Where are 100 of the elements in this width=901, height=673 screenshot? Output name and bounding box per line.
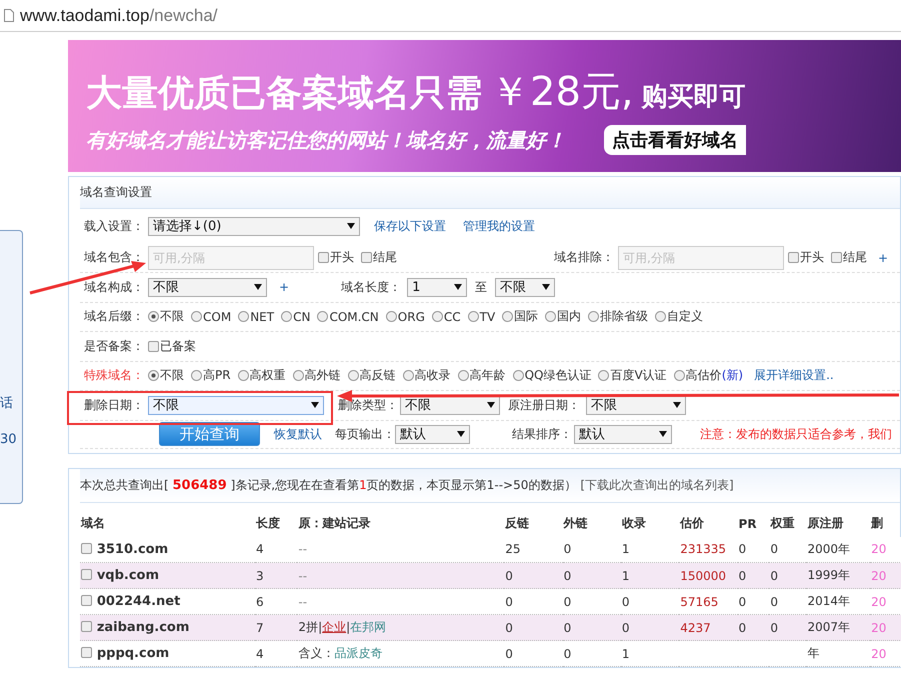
checkbox[interactable] <box>81 621 92 632</box>
dropdown[interactable]: 不限 <box>495 278 556 297</box>
table-cell: 7 <box>255 614 298 640</box>
dropdown[interactable]: 1 <box>407 278 468 297</box>
radio-button[interactable] <box>191 311 202 322</box>
record-cell: 2拼|企业|在邦网 <box>297 614 504 640</box>
table-cell: 0 <box>562 562 621 588</box>
date-cell: 20 <box>870 536 901 562</box>
radio-button[interactable] <box>148 311 159 322</box>
add-link[interactable]: + <box>878 250 888 264</box>
radio-button[interactable] <box>588 311 600 322</box>
table-cell: 0 <box>738 536 770 562</box>
range-separator: 至 <box>475 278 488 296</box>
record-cell: -- <box>297 562 504 588</box>
radio-label: QQ绿色认证 <box>524 367 592 384</box>
input-field[interactable]: 可用,分隔 <box>148 246 314 270</box>
radio-button[interactable] <box>432 311 443 322</box>
field-label: 是否备案： <box>84 338 145 355</box>
table-cell: 0 <box>562 640 621 666</box>
radio-button[interactable] <box>502 311 514 322</box>
radio-label: 不限 <box>160 308 184 326</box>
table-cell: 1 <box>620 562 680 588</box>
radio-button[interactable] <box>386 311 397 322</box>
radio-button[interactable] <box>655 311 666 322</box>
dropdown[interactable]: 不限 <box>148 278 267 297</box>
radio-button[interactable] <box>512 370 524 382</box>
dropdown[interactable]: 不限 <box>148 396 324 415</box>
checkbox[interactable] <box>831 252 842 263</box>
record-cell: -- <box>297 536 504 562</box>
column-header: PR <box>738 516 758 532</box>
record-cell: 含义：品派皮奇 <box>297 640 504 666</box>
domain-text: 3510.com <box>96 542 168 557</box>
checkbox[interactable] <box>81 569 92 580</box>
dropdown[interactable]: 默认 <box>574 424 672 444</box>
radio-label: 排除省级 <box>600 308 648 326</box>
checkbox[interactable] <box>81 647 92 658</box>
caret-icon <box>487 402 495 408</box>
radio-button[interactable] <box>468 311 479 322</box>
radio-button[interactable] <box>348 370 359 382</box>
checkbox[interactable] <box>361 252 372 263</box>
radio-label: COM <box>203 310 232 324</box>
column-header: 原：建站记录 <box>297 515 372 532</box>
date-cell: 20 <box>870 562 901 588</box>
field-label: 域名后缀： <box>84 308 145 326</box>
checkbox-label: 已备案 <box>160 338 196 355</box>
radio-button[interactable] <box>458 370 469 382</box>
date-cell: 20 <box>870 640 901 666</box>
radio-button[interactable] <box>292 370 304 382</box>
price-cell: 4237 <box>679 614 738 640</box>
checkbox[interactable] <box>81 542 92 554</box>
radio-label: CC <box>444 310 461 324</box>
price-cell: 231335 <box>679 536 738 562</box>
dropdown[interactable]: 默认 <box>395 424 470 444</box>
input-field[interactable]: 可用,分隔 <box>618 246 784 270</box>
date-cell: 20 <box>870 588 901 614</box>
price-cell: 150000 <box>679 562 738 588</box>
radio-button[interactable] <box>238 311 250 322</box>
caret-icon <box>311 402 319 408</box>
radio-button[interactable] <box>148 370 159 382</box>
record-cell: -- <box>297 588 504 614</box>
radio-button[interactable] <box>317 311 328 322</box>
radio-button[interactable] <box>674 370 685 382</box>
dropdown[interactable]: 请选择↓(0) <box>148 216 360 236</box>
banner-slogan: 有好域名才能让访客记住您的网站！域名好，流量好！ <box>86 126 566 154</box>
field-label: 特殊域名： <box>84 367 145 384</box>
column-header: 原注册 <box>806 515 844 532</box>
checkbox-label: 开头 <box>800 249 824 266</box>
field-label: 删除类型： <box>338 396 399 414</box>
radio-button[interactable] <box>191 370 202 382</box>
field-label: 结果排序： <box>512 426 573 442</box>
caret-icon <box>542 284 550 290</box>
table-cell: 0 <box>738 614 770 640</box>
field-label: 载入设置： <box>84 218 145 234</box>
radio-label: 高外链 <box>304 367 341 384</box>
radio-label: ORG <box>398 310 425 324</box>
banner-headline-end: 购买即可 <box>642 81 746 114</box>
checkbox[interactable] <box>318 252 329 263</box>
reset-link[interactable]: 恢复默认 <box>274 426 322 442</box>
radio-button[interactable] <box>598 370 610 382</box>
side-panel-text: 话 <box>0 395 14 412</box>
table-cell: 0 <box>562 614 621 640</box>
banner-cta-button[interactable]: 点击看看好域名 <box>604 125 746 155</box>
checkbox[interactable] <box>81 595 92 606</box>
domain-text: vqb.com <box>96 568 160 583</box>
domain-text: 002244.net <box>96 594 180 609</box>
radio-button[interactable] <box>402 370 414 382</box>
download-link[interactable]: [下载此次查询出的域名列表] <box>580 476 734 494</box>
radio-button[interactable] <box>281 311 292 322</box>
expand-link[interactable]: 展开详细设置.. <box>754 367 834 384</box>
radio-button[interactable] <box>545 311 556 322</box>
settings-link[interactable]: 保存以下设置 <box>374 218 446 234</box>
settings-link[interactable]: 管理我的设置 <box>463 218 535 234</box>
checkbox[interactable] <box>148 340 159 352</box>
promo-banner[interactable]: 大量优质已备案域名只需 ￥28元, 购买即可 有好域名才能让访客记住您的网站！域名好，流量好！ 点击看看好域名 <box>68 40 901 172</box>
radio-label: 高收录 <box>414 367 451 384</box>
caret-icon <box>659 431 667 437</box>
radio-button[interactable] <box>238 370 249 382</box>
url-text[interactable]: www.taodami.top/newcha/ <box>20 6 218 26</box>
add-link[interactable]: + <box>279 280 290 294</box>
checkbox[interactable] <box>788 252 799 263</box>
